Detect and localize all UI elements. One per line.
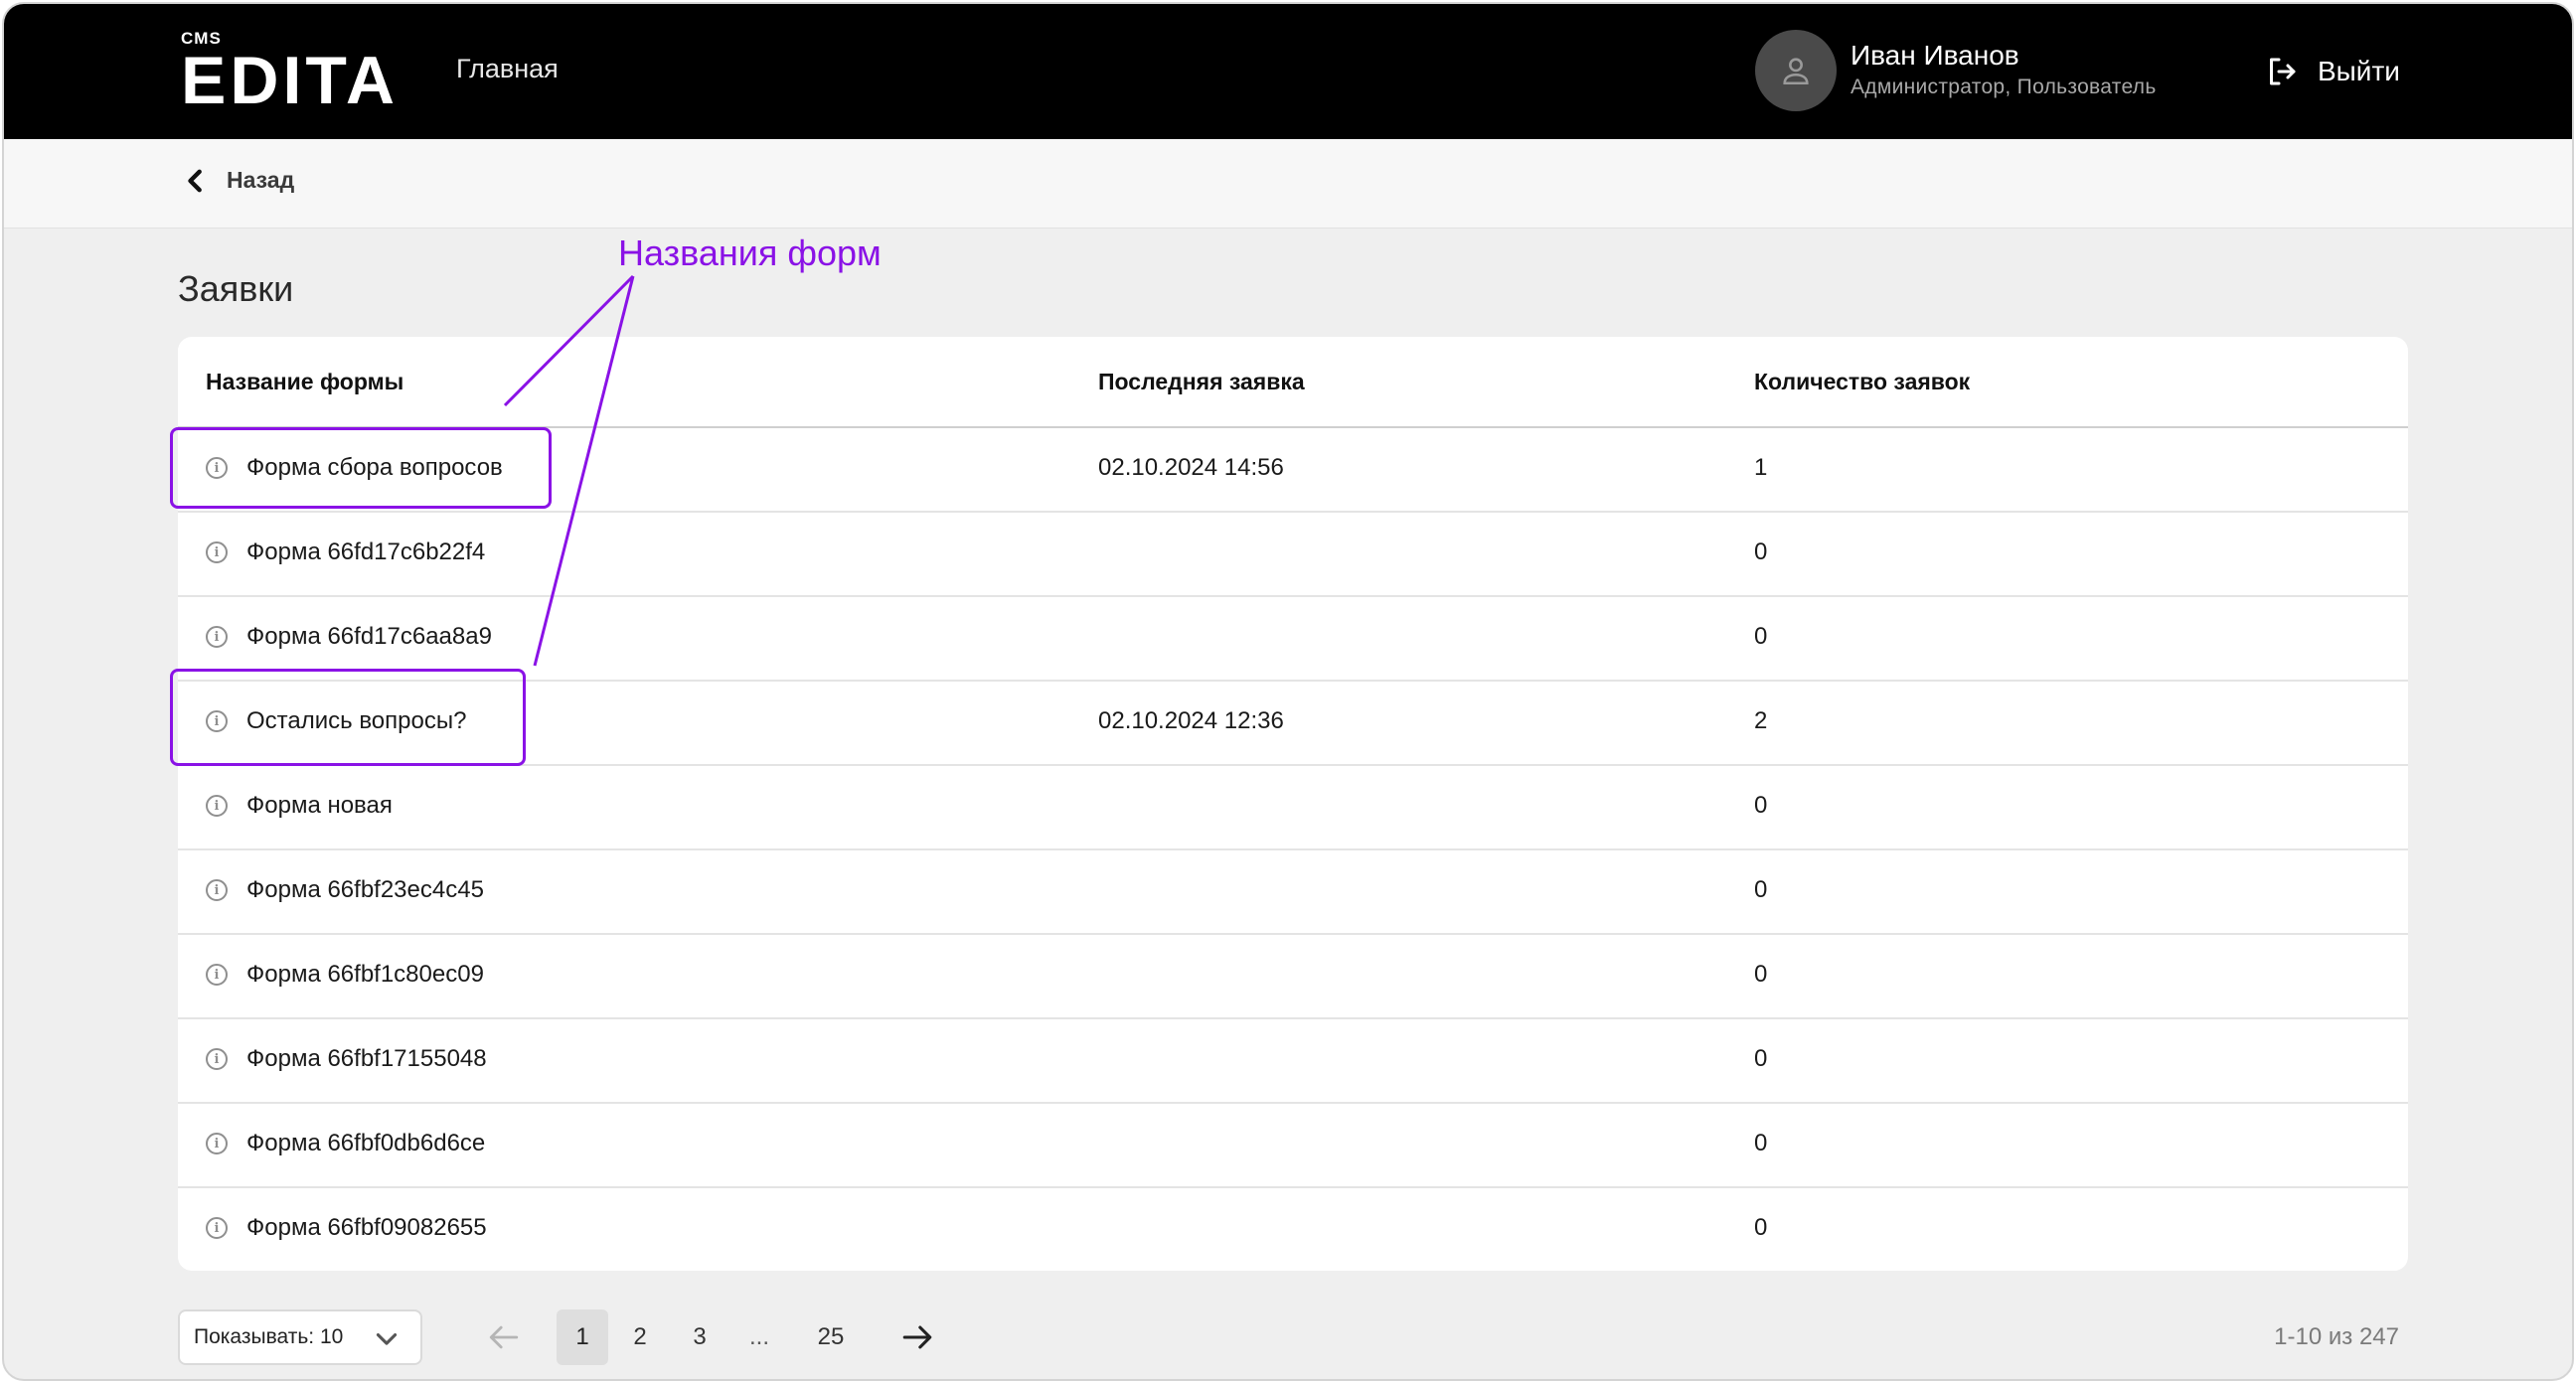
page-size-label: Показывать: 10 <box>194 1325 344 1348</box>
table-row[interactable]: i Форма 66fbf09082655 0 <box>178 1188 2408 1273</box>
chevron-down-icon <box>376 1333 398 1345</box>
request-count-cell: 0 <box>1754 538 1768 565</box>
form-name-cell: i Форма 66fbf0db6d6ce <box>206 1130 485 1157</box>
form-name-cell: i Форма 66fbf17155048 <box>206 1045 487 1073</box>
column-header-last-request: Последняя заявка <box>1098 369 1305 394</box>
user-name: Иван Иванов <box>1851 40 2019 71</box>
logo-edita-text: EDITA <box>181 43 399 118</box>
info-icon[interactable]: i <box>206 1217 228 1239</box>
prev-page-button[interactable] <box>479 1311 529 1363</box>
page-button-2[interactable]: 2 <box>614 1309 666 1365</box>
form-name-link[interactable]: Форма 66fbf1c80ec09 <box>246 961 484 989</box>
table-row[interactable]: i Форма новая 0 <box>178 766 2408 850</box>
user-icon <box>1783 58 1809 85</box>
info-icon[interactable]: i <box>206 541 228 563</box>
table-row[interactable]: i Форма 66fd17c6b22f4 0 <box>178 513 2408 597</box>
request-count-cell: 2 <box>1754 707 1768 734</box>
arrow-right-icon <box>902 1325 932 1349</box>
user-role: Администратор, Пользователь <box>1851 76 2157 98</box>
page-ellipsis: ... <box>749 1323 770 1350</box>
form-name-link[interactable]: Форма 66fbf09082655 <box>246 1214 487 1242</box>
table-row[interactable]: i Форма 66fbf0db6d6ce 0 <box>178 1104 2408 1188</box>
column-header-request-count: Количество заявок <box>1754 369 1971 394</box>
request-count-cell: 0 <box>1754 1045 1768 1072</box>
annotation-callout: Названия форм <box>618 232 882 273</box>
request-count-cell: 0 <box>1754 961 1768 988</box>
form-name-cell: i Форма 66fd17c6b22f4 <box>206 538 485 566</box>
back-label: Назад <box>227 167 295 193</box>
request-count-cell: 0 <box>1754 792 1768 819</box>
table-row[interactable]: i Форма 66fbf17155048 0 <box>178 1019 2408 1104</box>
page-button-25[interactable]: 25 <box>805 1309 857 1365</box>
logout-button[interactable]: Выйти <box>2264 54 2400 89</box>
info-icon[interactable]: i <box>206 964 228 986</box>
form-name-cell: i Форма новая <box>206 792 393 820</box>
info-icon[interactable]: i <box>206 626 228 648</box>
avatar[interactable] <box>1755 30 1837 111</box>
logout-icon <box>2270 58 2296 85</box>
form-name-cell: i Форма 66fbf23ec4c45 <box>206 876 484 904</box>
nav-home-link[interactable]: Главная <box>456 54 559 84</box>
form-name-link[interactable]: Форма 66fbf23ec4c45 <box>246 876 484 904</box>
results-range: 1-10 из 247 <box>2274 1323 2399 1350</box>
table-header: Название формы Последняя заявка Количест… <box>178 337 2408 428</box>
request-count-cell: 0 <box>1754 876 1768 903</box>
info-icon[interactable]: i <box>206 879 228 901</box>
info-icon[interactable]: i <box>206 1048 228 1070</box>
request-count-cell: 0 <box>1754 1130 1768 1156</box>
next-page-button[interactable] <box>892 1311 942 1363</box>
column-header-form-name: Название формы <box>206 369 404 394</box>
back-button[interactable]: Назад <box>185 167 294 194</box>
form-name-link[interactable]: Форма 66fd17c6b22f4 <box>246 538 485 566</box>
back-bar: Назад <box>4 139 2572 229</box>
last-request-cell: 02.10.2024 12:36 <box>1098 707 1284 734</box>
chevron-left-icon <box>188 169 202 192</box>
annotation-highlight-box <box>170 669 526 766</box>
annotation-highlight-box <box>170 427 552 509</box>
last-request-cell: 02.10.2024 14:56 <box>1098 454 1284 481</box>
logo[interactable]: CMS EDITA <box>181 30 399 118</box>
arrow-left-icon <box>489 1325 519 1349</box>
form-name-link[interactable]: Форма новая <box>246 792 393 820</box>
page-title: Заявки <box>178 268 294 309</box>
request-count-cell: 0 <box>1754 623 1768 650</box>
form-name-link[interactable]: Форма 66fd17c6aa8a9 <box>246 623 492 651</box>
info-icon[interactable]: i <box>206 795 228 817</box>
top-header: CMS EDITA Главная Иван Иванов Администра… <box>4 4 2572 139</box>
request-count-cell: 1 <box>1754 454 1768 481</box>
form-name-cell: i Форма 66fbf1c80ec09 <box>206 961 484 989</box>
info-icon[interactable]: i <box>206 1133 228 1154</box>
table-row[interactable]: i Форма 66fbf1c80ec09 0 <box>178 935 2408 1019</box>
form-name-link[interactable]: Форма 66fbf17155048 <box>246 1045 487 1073</box>
form-name-cell: i Форма 66fbf09082655 <box>206 1214 487 1242</box>
form-name-link[interactable]: Форма 66fbf0db6d6ce <box>246 1130 485 1157</box>
page-size-select[interactable]: Показывать: 10 <box>178 1309 422 1365</box>
request-count-cell: 0 <box>1754 1214 1768 1241</box>
logout-label: Выйти <box>2318 56 2400 86</box>
page-button-1[interactable]: 1 <box>557 1309 608 1365</box>
page-button-3[interactable]: 3 <box>674 1309 725 1365</box>
table-row[interactable]: i Форма 66fbf23ec4c45 0 <box>178 850 2408 935</box>
form-name-cell: i Форма 66fd17c6aa8a9 <box>206 623 492 651</box>
